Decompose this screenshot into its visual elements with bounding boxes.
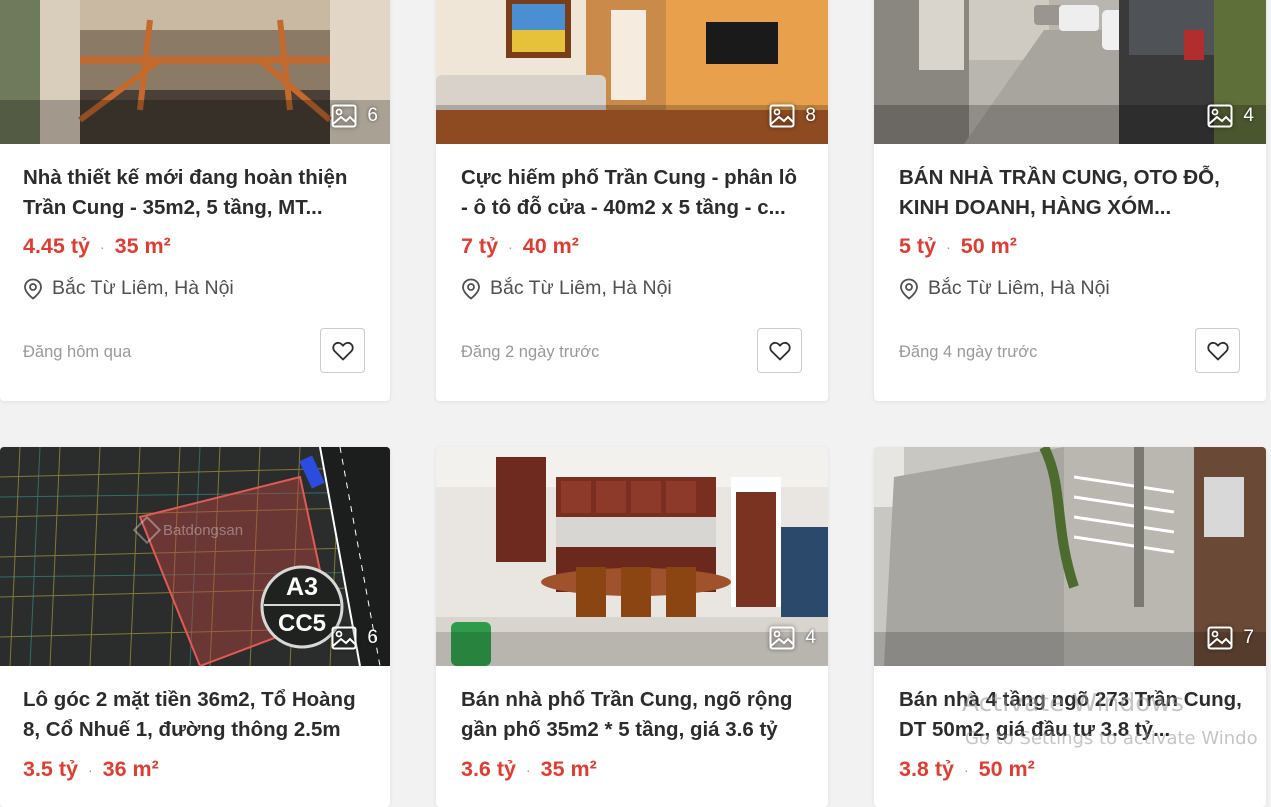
posted-date: Đăng 4 ngày trước [899,343,1038,361]
listing-photo[interactable]: 8 [436,0,828,144]
listing-price: 3.6 tỷ [461,757,516,781]
photo-count-badge: 8 [769,104,816,128]
photo-count-badge: 6 [331,626,378,650]
listing-title[interactable]: BÁN NHÀ TRẦN CUNG, OTO ĐỖ, KINH DOANH, H… [899,163,1246,223]
image-icon [769,104,795,128]
listing-area: 35 m² [114,234,171,258]
price-row: 5 tỷ · 50 m² [899,234,1017,259]
price-row: 3.5 tỷ · 36 m² [23,757,159,782]
photo-count: 6 [367,105,378,126]
map-pin-icon [462,278,480,300]
heart-outline-icon [331,341,354,360]
price-row: 7 tỷ · 40 m² [461,234,579,259]
location-row: Bắc Từ Liêm, Hà Nội [23,277,234,300]
listing-location: Bắc Từ Liêm, Hà Nội [52,277,234,299]
map-pin-icon [24,278,42,300]
listing-photo[interactable]: 4 [874,0,1266,144]
separator-dot: · [87,761,93,778]
listing-photo[interactable]: 6 [0,0,390,144]
separator-dot: · [525,761,531,778]
windows-activation-subtitle: Go to Settings to activate Windo [965,728,1258,749]
map-brand-text: Batdongsan [163,522,243,539]
favorite-button[interactable] [1195,328,1240,373]
photo-count-badge: 7 [1207,626,1254,650]
image-icon [1207,104,1233,128]
listing-area: 36 m² [102,757,159,781]
image-icon [331,626,357,650]
image-icon [1207,626,1233,650]
listing-photo[interactable]: 4 [436,447,828,666]
map-pin-icon [900,278,918,300]
photo-count: 4 [1243,105,1254,126]
listing-card-6[interactable]: 7 Bán nhà 4 tầng ngõ 273 Trần Cung, DT 5… [874,447,1266,807]
photo-count: 7 [1243,627,1254,648]
heart-outline-icon [1206,341,1229,360]
photo-count: 6 [367,627,378,648]
photo-count: 4 [805,627,816,648]
favorite-button[interactable] [320,328,365,373]
listing-title[interactable]: Bán nhà phố Trần Cung, ngõ rộng gần phố … [461,685,808,745]
listing-title[interactable]: Nhà thiết kế mới đang hoàn thiện Trần Cu… [23,163,370,223]
posted-date: Đăng hôm qua [23,343,132,361]
separator-dot: · [99,238,105,255]
listing-area: 40 m² [522,234,579,258]
map-label-top: A3 [286,573,318,601]
listing-photo[interactable]: 7 [874,447,1266,666]
heart-outline-icon [768,341,791,360]
listing-title[interactable]: Cực hiếm phố Trần Cung - phân lô - ô tô … [461,163,808,223]
listing-price: 5 tỷ [899,234,937,258]
photo-count-badge: 4 [1207,104,1254,128]
listing-photo[interactable]: Batdongsan A3 CC5 6 [0,447,390,666]
separator-dot: · [946,238,951,255]
price-row: 3.8 tỷ · 50 m² [899,757,1035,782]
separator-dot: · [508,238,513,255]
posted-date: Đăng 2 ngày trước [461,343,600,361]
price-row: 3.6 tỷ · 35 m² [461,757,597,782]
listing-card-4[interactable]: Batdongsan A3 CC5 6 Lô góc 2 mặt tiền 36… [0,447,390,807]
photo-count: 8 [805,105,816,126]
listing-card-3[interactable]: 4 BÁN NHÀ TRẦN CUNG, OTO ĐỖ, KINH DOANH,… [874,0,1266,401]
separator-dot: · [963,761,969,778]
listing-price: 3.8 tỷ [899,757,954,781]
favorite-button[interactable] [757,328,802,373]
photo-count-badge: 6 [331,104,378,128]
listing-card-2[interactable]: 8 Cực hiếm phố Trần Cung - phân lô - ô t… [436,0,828,401]
windows-activation-title: Activate Windows [962,688,1184,717]
listing-price: 7 tỷ [461,234,499,258]
listing-area: 50 m² [978,757,1035,781]
photo-count-badge: 4 [769,626,816,650]
listing-card-1[interactable]: 6 Nhà thiết kế mới đang hoàn thiện Trần … [0,0,390,401]
listing-area: 35 m² [540,757,597,781]
listing-location: Bắc Từ Liêm, Hà Nội [928,277,1110,299]
location-row: Bắc Từ Liêm, Hà Nội [899,277,1110,300]
listing-card-5[interactable]: 4 Bán nhà phố Trần Cung, ngõ rộng gần ph… [436,447,828,807]
listing-price: 4.45 tỷ [23,234,90,258]
listing-location: Bắc Từ Liêm, Hà Nội [490,277,672,299]
listing-area: 50 m² [960,234,1017,258]
map-label-bottom: CC5 [278,610,326,637]
image-icon [331,104,357,128]
listing-title[interactable]: Lô góc 2 mặt tiền 36m2, Tổ Hoàng 8, Cổ N… [23,685,370,745]
location-row: Bắc Từ Liêm, Hà Nội [461,277,672,300]
listing-price: 3.5 tỷ [23,757,78,781]
price-row: 4.45 tỷ · 35 m² [23,234,171,259]
image-icon [769,626,795,650]
